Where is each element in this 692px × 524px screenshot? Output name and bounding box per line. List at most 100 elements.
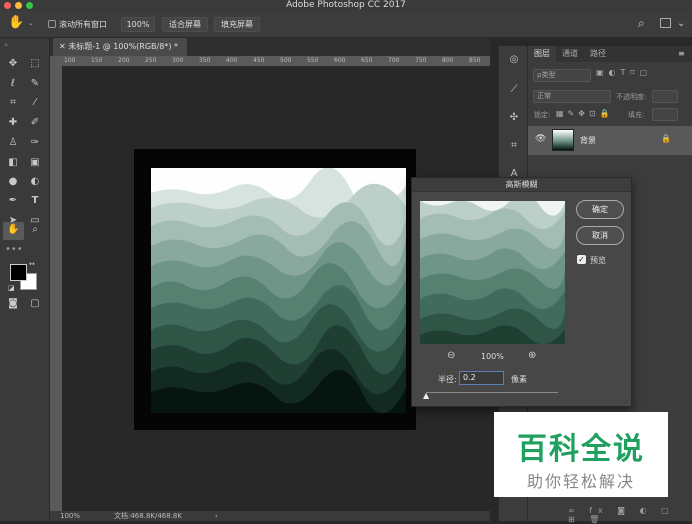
healing-tool-icon[interactable]: ✚	[5, 115, 21, 131]
collapse-icon[interactable]: »	[4, 41, 8, 49]
layer-row-background[interactable]: 👁 背景 🔒	[528, 126, 692, 155]
status-menu-arrow[interactable]: ›	[215, 511, 218, 521]
layer-thumbnail	[552, 129, 574, 151]
default-colors-icon[interactable]: ◪	[8, 284, 15, 292]
tab-channels[interactable]: 通道	[556, 46, 584, 62]
ruler-mark: 100	[64, 57, 76, 64]
libraries-icon[interactable]: ◎	[506, 52, 522, 68]
filter-icons[interactable]: ▣◐T⌑▢	[596, 68, 652, 77]
close-window-icon[interactable]	[4, 2, 11, 9]
quick-mask-icon[interactable]: ◙	[5, 296, 21, 312]
ruler-mark: 350	[199, 57, 211, 64]
workspace-dropdown-icon[interactable]: ⌄	[677, 18, 685, 29]
status-bar: 100% 文档:468.8K/468.8K ›	[50, 511, 490, 521]
document-canvas[interactable]	[134, 149, 416, 430]
foreground-color-swatch[interactable]	[10, 264, 27, 281]
pen-tool-icon[interactable]: ✒	[5, 193, 21, 209]
crop-tool-icon[interactable]: ⌗	[5, 95, 21, 111]
blur-preview[interactable]	[420, 201, 565, 344]
history-brush-icon[interactable]: ✑	[27, 135, 43, 151]
zoom-tool-icon[interactable]: ⌕	[27, 222, 43, 238]
lasso-tool-icon[interactable]: ℓ	[5, 76, 21, 92]
options-bar: ✋ ⌄ 滚动所有窗口 100% 适合屏幕 填充屏幕 ⌕ ⌄	[0, 11, 692, 38]
ruler-mark: 750	[415, 57, 427, 64]
mountain-artwork	[151, 168, 406, 413]
hand-tool-icon[interactable]: ✋	[3, 222, 24, 240]
fill-label: 填充:	[628, 111, 645, 119]
workspace-icon[interactable]	[660, 18, 671, 28]
blur-tool-icon[interactable]: ●	[5, 174, 21, 190]
lock-icons[interactable]: ▦✎✥⊡🔒	[556, 109, 614, 118]
radius-slider-thumb[interactable]: ▲	[423, 391, 429, 400]
ruler-mark: 450	[253, 57, 265, 64]
zoom-out-icon[interactable]: ⊖	[447, 350, 455, 361]
document-size: 文档:468.8K/468.8K	[114, 512, 182, 520]
ruler-mark: 700	[388, 57, 400, 64]
document-tab[interactable]: ✕ 未标题-1 @ 100%(RGB/8*) *	[53, 38, 187, 56]
dodge-tool-icon[interactable]: ◐	[27, 174, 43, 190]
radius-label: 半径:	[438, 375, 457, 384]
preview-checkbox[interactable]: ✓	[577, 255, 586, 264]
gradient-tool-icon[interactable]: ▣	[27, 155, 43, 171]
horizontal-ruler: 100 150 200 250 300 350 400 450 500 550 600 650 700 7…	[62, 56, 490, 66]
gaussian-blur-dialog: 高斯模糊 确定 取消 ✓ 预览 ⊖ 100% ⊕ 半径: 0.2 像素 ▲	[411, 177, 632, 407]
dialog-title: 高斯模糊	[412, 178, 631, 192]
search-icon[interactable]: ⌕	[638, 16, 645, 31]
crop-panel-icon[interactable]: ⌗	[506, 138, 522, 154]
minimize-window-icon[interactable]	[15, 2, 22, 9]
tools-panel: » ✥ ⬚ ℓ ✎ ⌗ ⁄ ✚ ✐ ♙ ✑ ◧ ▣ ● ◐ ✒ T ➤ ▭ ✋ …	[0, 38, 50, 521]
marquee-tool-icon[interactable]: ⬚	[27, 56, 43, 72]
layer-kind-filter[interactable]: ρ类型	[533, 69, 591, 82]
ruler-mark: 500	[280, 57, 292, 64]
brush-tool-icon[interactable]: ✐	[27, 115, 43, 131]
radius-slider-track[interactable]	[426, 392, 558, 393]
radius-input[interactable]: 0.2	[459, 371, 504, 385]
ruler-mark: 650	[361, 57, 373, 64]
app-title: Adobe Photoshop CC 2017	[286, 0, 406, 10]
fit-screen-button[interactable]: 适合屏幕	[162, 17, 208, 32]
visibility-eye-icon[interactable]: 👁	[535, 134, 546, 144]
ruler-mark: 400	[226, 57, 238, 64]
panel-footer-icons[interactable]: ∞ fx ◙ ◐ ▢ ⊞ 🗑	[528, 506, 692, 524]
close-tab-icon[interactable]: ✕	[59, 42, 68, 51]
ruler-mark: 550	[307, 57, 319, 64]
quick-select-tool-icon[interactable]: ✎	[27, 76, 43, 92]
maximize-window-icon[interactable]	[26, 2, 33, 9]
fill-input[interactable]	[652, 108, 678, 121]
curves-icon[interactable]: ⟋	[506, 82, 522, 98]
zoom-in-icon[interactable]: ⊕	[528, 350, 536, 361]
move-tool-icon[interactable]: ✥	[5, 56, 21, 72]
ruler-mark: 800	[442, 57, 454, 64]
scroll-all-checkbox[interactable]	[48, 20, 56, 28]
ruler-mark: 850	[469, 57, 481, 64]
zoom-level[interactable]: 100%	[60, 511, 80, 521]
radius-unit: 像素	[511, 375, 527, 384]
hand-tool-icon[interactable]: ✋	[8, 15, 24, 30]
opacity-input[interactable]	[652, 90, 678, 103]
title-bar: Adobe Photoshop CC 2017	[0, 0, 692, 11]
tab-paths[interactable]: 路径	[584, 46, 612, 62]
blend-mode-select[interactable]: 正常	[533, 90, 611, 103]
eraser-tool-icon[interactable]: ◧	[5, 155, 21, 171]
screen-mode-icon[interactable]: ▢	[27, 296, 43, 312]
zoom-100-button[interactable]: 100%	[121, 17, 155, 32]
swap-colors-icon[interactable]: ↔	[29, 260, 35, 268]
stamp-tool-icon[interactable]: ♙	[5, 135, 21, 151]
cancel-button[interactable]: 取消	[576, 226, 624, 245]
watermark-subtitle: 助你轻松解决	[526, 472, 635, 491]
puppet-icon[interactable]: ✣	[506, 110, 522, 126]
chevron-down-icon[interactable]: ⌄	[28, 19, 34, 27]
vertical-ruler	[50, 56, 62, 511]
watermark: 百科全说 助你轻松解决	[494, 412, 668, 497]
type-tool-icon[interactable]: T	[27, 193, 43, 209]
ok-button[interactable]: 确定	[576, 200, 624, 219]
watermark-title: 百科全说	[517, 432, 645, 467]
preview-zoom: 100%	[481, 352, 504, 361]
fill-screen-button[interactable]: 填充屏幕	[214, 17, 260, 32]
eyedropper-tool-icon[interactable]: ⁄	[27, 95, 43, 111]
tab-layers[interactable]: 图层	[528, 46, 556, 62]
opacity-label: 不透明度:	[616, 93, 647, 101]
panel-menu-icon[interactable]: ≡	[678, 49, 685, 58]
ruler-mark: 250	[145, 57, 157, 64]
more-tools-icon[interactable]: •••	[5, 242, 23, 258]
